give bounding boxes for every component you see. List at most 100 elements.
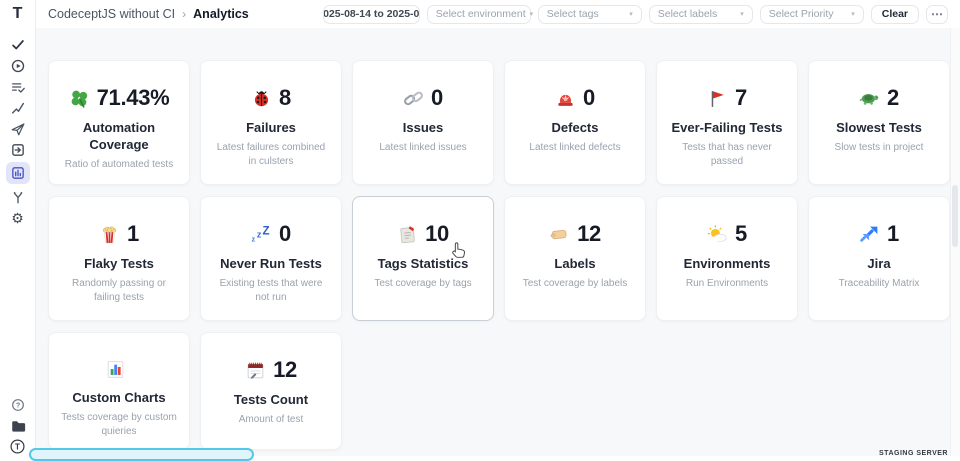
card-value: 0 xyxy=(583,85,595,111)
clover-icon xyxy=(69,88,90,109)
priority-placeholder: Select Priority xyxy=(769,8,834,20)
check-icon xyxy=(10,37,26,53)
svg-text:?: ? xyxy=(15,401,19,409)
rotating-light-icon xyxy=(555,88,576,109)
card-title: Labels xyxy=(554,256,595,273)
card-subtitle: Latest linked issues xyxy=(375,141,470,156)
card-never-run-tests[interactable]: zzZ 0 Never Run Tests Existing tests tha… xyxy=(200,196,342,321)
avatar-icon: T xyxy=(9,438,26,455)
card-environments[interactable]: 5 Environments Run Environments xyxy=(656,196,798,321)
card-title: Tests Count xyxy=(234,392,308,409)
environment-select[interactable]: Select environment ▾ xyxy=(427,5,531,24)
gear-icon: ⚙ xyxy=(11,211,24,225)
breadcrumb-project[interactable]: CodeceptJS without CI xyxy=(48,7,175,21)
card-subtitle: Run Environments xyxy=(682,277,772,292)
sidebar: T ⚙ ? xyxy=(0,0,36,456)
svg-text:z: z xyxy=(257,229,262,240)
card-subtitle: Ratio of automated tests xyxy=(61,158,177,173)
jira-icon xyxy=(859,224,880,245)
date-range-button[interactable]: 2025-08-14 to 2025-09 xyxy=(323,5,420,24)
card-title: Ever-Failing Tests xyxy=(671,120,782,137)
sidebar-item-trends[interactable] xyxy=(6,99,30,116)
tags-select[interactable]: Select tags ▾ xyxy=(538,5,642,24)
sidebar-item-help[interactable]: ? xyxy=(6,396,30,413)
bar-chart-icon xyxy=(105,359,126,380)
card-title: Issues xyxy=(403,120,443,137)
calendar-icon xyxy=(245,360,266,381)
app-logo[interactable]: T xyxy=(13,4,23,24)
card-title: Automation Coverage xyxy=(57,120,181,154)
branch-icon xyxy=(10,189,26,205)
list-check-icon xyxy=(10,79,26,95)
card-title: Slowest Tests xyxy=(836,120,922,137)
sidebar-item-settings[interactable]: ⚙ xyxy=(6,209,30,226)
card-title: Custom Charts xyxy=(72,390,165,407)
folder-icon xyxy=(10,418,26,434)
more-options-button[interactable]: ⋯ xyxy=(926,5,948,24)
card-subtitle: Existing tests that were not run xyxy=(209,277,333,306)
analytics-content: 71.43% Automation Coverage Ratio of auto… xyxy=(36,28,960,456)
card-automation-coverage[interactable]: 71.43% Automation Coverage Ratio of auto… xyxy=(48,60,190,185)
user-avatar[interactable]: T xyxy=(6,438,30,455)
inbox-arrow-icon xyxy=(10,142,26,158)
help-circle-icon: ? xyxy=(10,397,26,413)
page-title: Analytics xyxy=(193,7,249,21)
scrollbar-track[interactable] xyxy=(950,28,960,456)
card-value: 71.43% xyxy=(97,85,170,111)
red-flag-icon xyxy=(707,88,728,109)
toast-clipped xyxy=(29,448,254,461)
card-value: 7 xyxy=(735,85,747,111)
analytics-chart-icon xyxy=(10,165,26,181)
sidebar-item-releases[interactable] xyxy=(6,120,30,137)
card-value: 0 xyxy=(431,85,443,111)
clear-filters-button[interactable]: Clear xyxy=(871,5,919,24)
sidebar-item-branches[interactable] xyxy=(6,188,30,205)
card-flaky-tests[interactable]: 1 Flaky Tests Randomly passing or failin… xyxy=(48,196,190,321)
turtle-icon xyxy=(859,88,880,109)
card-value: 0 xyxy=(279,221,291,247)
priority-select[interactable]: Select Priority ▾ xyxy=(760,5,864,24)
card-labels[interactable]: 12 Labels Test coverage by labels xyxy=(504,196,646,321)
sun-cloud-icon xyxy=(707,224,728,245)
sidebar-item-pulls[interactable] xyxy=(6,141,30,158)
labels-select[interactable]: Select labels ▾ xyxy=(649,5,753,24)
sidebar-item-projects[interactable] xyxy=(6,417,30,434)
card-value: 5 xyxy=(735,221,747,247)
card-tags-statistics[interactable]: 10 Tags Statistics Test coverage by tags xyxy=(352,196,494,321)
label-icon xyxy=(549,224,570,245)
link-icon xyxy=(403,88,424,109)
sidebar-item-plans[interactable] xyxy=(6,78,30,95)
card-value: 1 xyxy=(127,221,139,247)
card-defects[interactable]: 0 Defects Latest linked defects xyxy=(504,60,646,185)
card-title: Failures xyxy=(246,120,296,137)
card-failures[interactable]: 8 Failures Latest failures combined in c… xyxy=(200,60,342,185)
breadcrumb-separator: › xyxy=(182,7,186,21)
card-tests-count[interactable]: 12 Tests Count Amount of test xyxy=(200,332,342,450)
breadcrumb: CodeceptJS without CI › Analytics xyxy=(48,7,249,21)
sidebar-item-runs[interactable] xyxy=(6,57,30,74)
card-slowest-tests[interactable]: 2 Slowest Tests Slow tests in project xyxy=(808,60,950,185)
card-value: 2 xyxy=(887,85,899,111)
sidebar-item-tests[interactable] xyxy=(6,36,30,53)
card-title: Tags Statistics xyxy=(378,256,469,273)
card-title: Flaky Tests xyxy=(84,256,154,273)
card-jira[interactable]: 1 Jira Traceability Matrix xyxy=(808,196,950,321)
card-value: 8 xyxy=(279,85,291,111)
card-value: 12 xyxy=(273,357,297,383)
chevron-down-icon: ▾ xyxy=(851,10,855,18)
metric-card-grid: 71.43% Automation Coverage Ratio of auto… xyxy=(48,60,950,450)
card-subtitle: Test coverage by tags xyxy=(370,277,475,292)
filter-bar: 2025-08-14 to 2025-09 Select environment… xyxy=(323,5,948,24)
card-ever-failing-tests[interactable]: 7 Ever-Failing Tests Tests that has neve… xyxy=(656,60,798,185)
card-custom-charts[interactable]: Custom Charts Tests coverage by custom q… xyxy=(48,332,190,450)
card-issues[interactable]: 0 Issues Latest linked issues xyxy=(352,60,494,185)
svg-text:T: T xyxy=(15,442,20,451)
card-value: 12 xyxy=(577,221,601,247)
svg-text:z: z xyxy=(252,234,256,243)
top-header: CodeceptJS without CI › Analytics 2025-0… xyxy=(36,0,960,28)
sidebar-item-analytics[interactable] xyxy=(6,162,30,184)
card-title: Environments xyxy=(684,256,771,273)
scrollbar-thumb[interactable] xyxy=(952,185,958,247)
card-title: Defects xyxy=(552,120,599,137)
chevron-down-icon: ▾ xyxy=(629,10,633,18)
